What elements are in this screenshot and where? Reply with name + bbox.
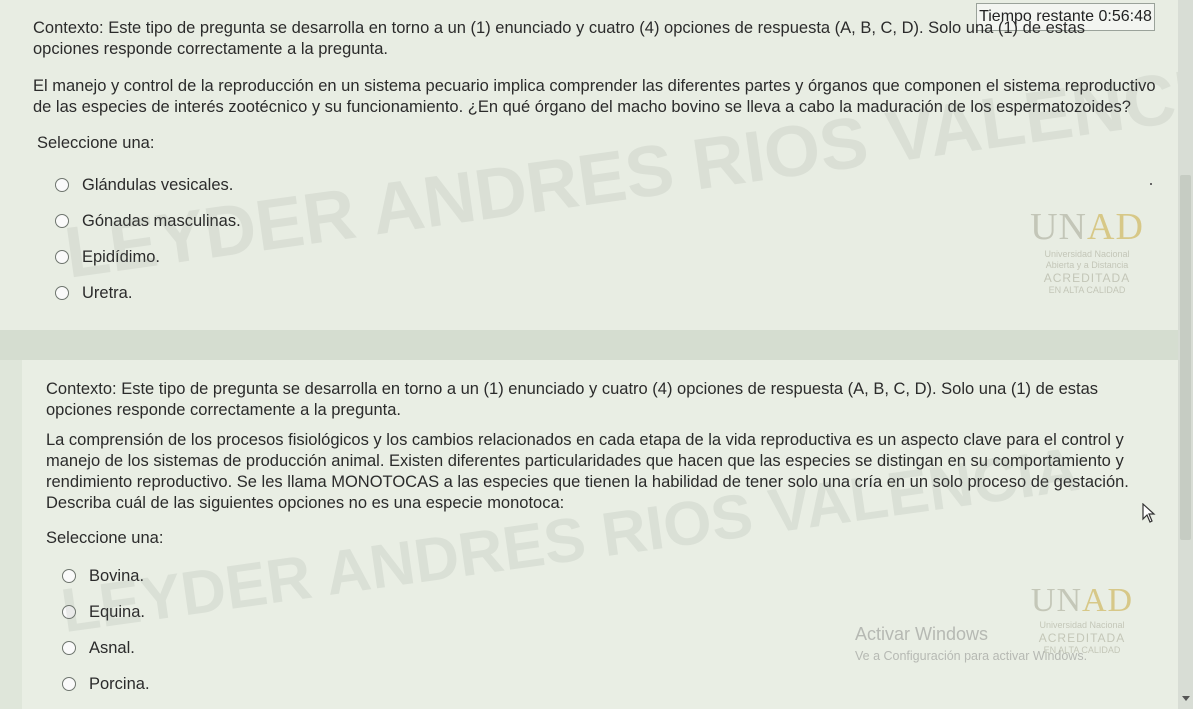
option-equina[interactable]: Equina. <box>62 594 150 630</box>
option-asnal[interactable]: Asnal. <box>62 630 150 666</box>
option-label: Asnal. <box>89 638 135 657</box>
option-label: Bovina. <box>89 566 145 585</box>
scrollbar[interactable] <box>1178 0 1193 709</box>
question-1-panel: Tiempo restante 0:56:48 Contexto: Este t… <box>0 0 1193 330</box>
question-1-options: Glándulas vesicales. Gónadas masculinas.… <box>55 167 241 311</box>
question-2-options: Bovina. Equina. Asnal. Porcina. <box>62 558 150 702</box>
question-2-context: Contexto: Este tipo de pregunta se desar… <box>46 380 1099 419</box>
radio-button[interactable] <box>55 250 69 264</box>
activation-subtitle: Ve a Configuración para activar Windows. <box>855 649 1088 663</box>
option-bovina[interactable]: Bovina. <box>62 558 150 594</box>
option-label: Gónadas masculinas. <box>82 211 241 230</box>
option-label: Epidídimo. <box>82 247 160 266</box>
option-glandulas-vesicales[interactable]: Glándulas vesicales. <box>55 167 241 203</box>
option-label: Equina. <box>89 602 145 621</box>
question-separator <box>0 330 1178 360</box>
question-1-context: Contexto: Este tipo de pregunta se desar… <box>33 19 1086 58</box>
question-2-prompt: Seleccione una: <box>46 529 164 547</box>
option-label: Uretra. <box>82 283 133 302</box>
radio-button[interactable] <box>62 605 76 619</box>
option-uretra[interactable]: Uretra. <box>55 275 241 311</box>
option-porcina[interactable]: Porcina. <box>62 666 150 702</box>
radio-button[interactable] <box>62 677 76 691</box>
unad-logo: UNAD Universidad Nacional Abierta y a Di… <box>1030 206 1144 295</box>
activation-title: Activar Windows <box>855 624 989 644</box>
radio-button[interactable] <box>55 178 69 192</box>
question-1-stem: El manejo y control de la reproducción e… <box>33 77 1156 116</box>
scrollbar-thumb[interactable] <box>1180 175 1191 540</box>
radio-button[interactable] <box>62 569 76 583</box>
mouse-cursor-icon <box>1142 503 1156 523</box>
windows-activation-notice: Activar Windows Ve a Configuración para … <box>855 624 1087 663</box>
question-1-prompt: Seleccione una: <box>37 134 155 152</box>
radio-button[interactable] <box>62 641 76 655</box>
radio-button[interactable] <box>55 214 69 228</box>
radio-button[interactable] <box>55 286 69 300</box>
scroll-down-icon[interactable] <box>1182 696 1190 701</box>
option-label: Porcina. <box>89 674 150 693</box>
question-2-stem: La comprensión de los procesos fisiológi… <box>46 431 1129 512</box>
option-epididimo[interactable]: Epidídimo. <box>55 239 241 275</box>
option-label: Glándulas vesicales. <box>82 175 234 194</box>
stray-dot <box>1150 183 1152 185</box>
option-gonadas-masculinas[interactable]: Gónadas masculinas. <box>55 203 241 239</box>
